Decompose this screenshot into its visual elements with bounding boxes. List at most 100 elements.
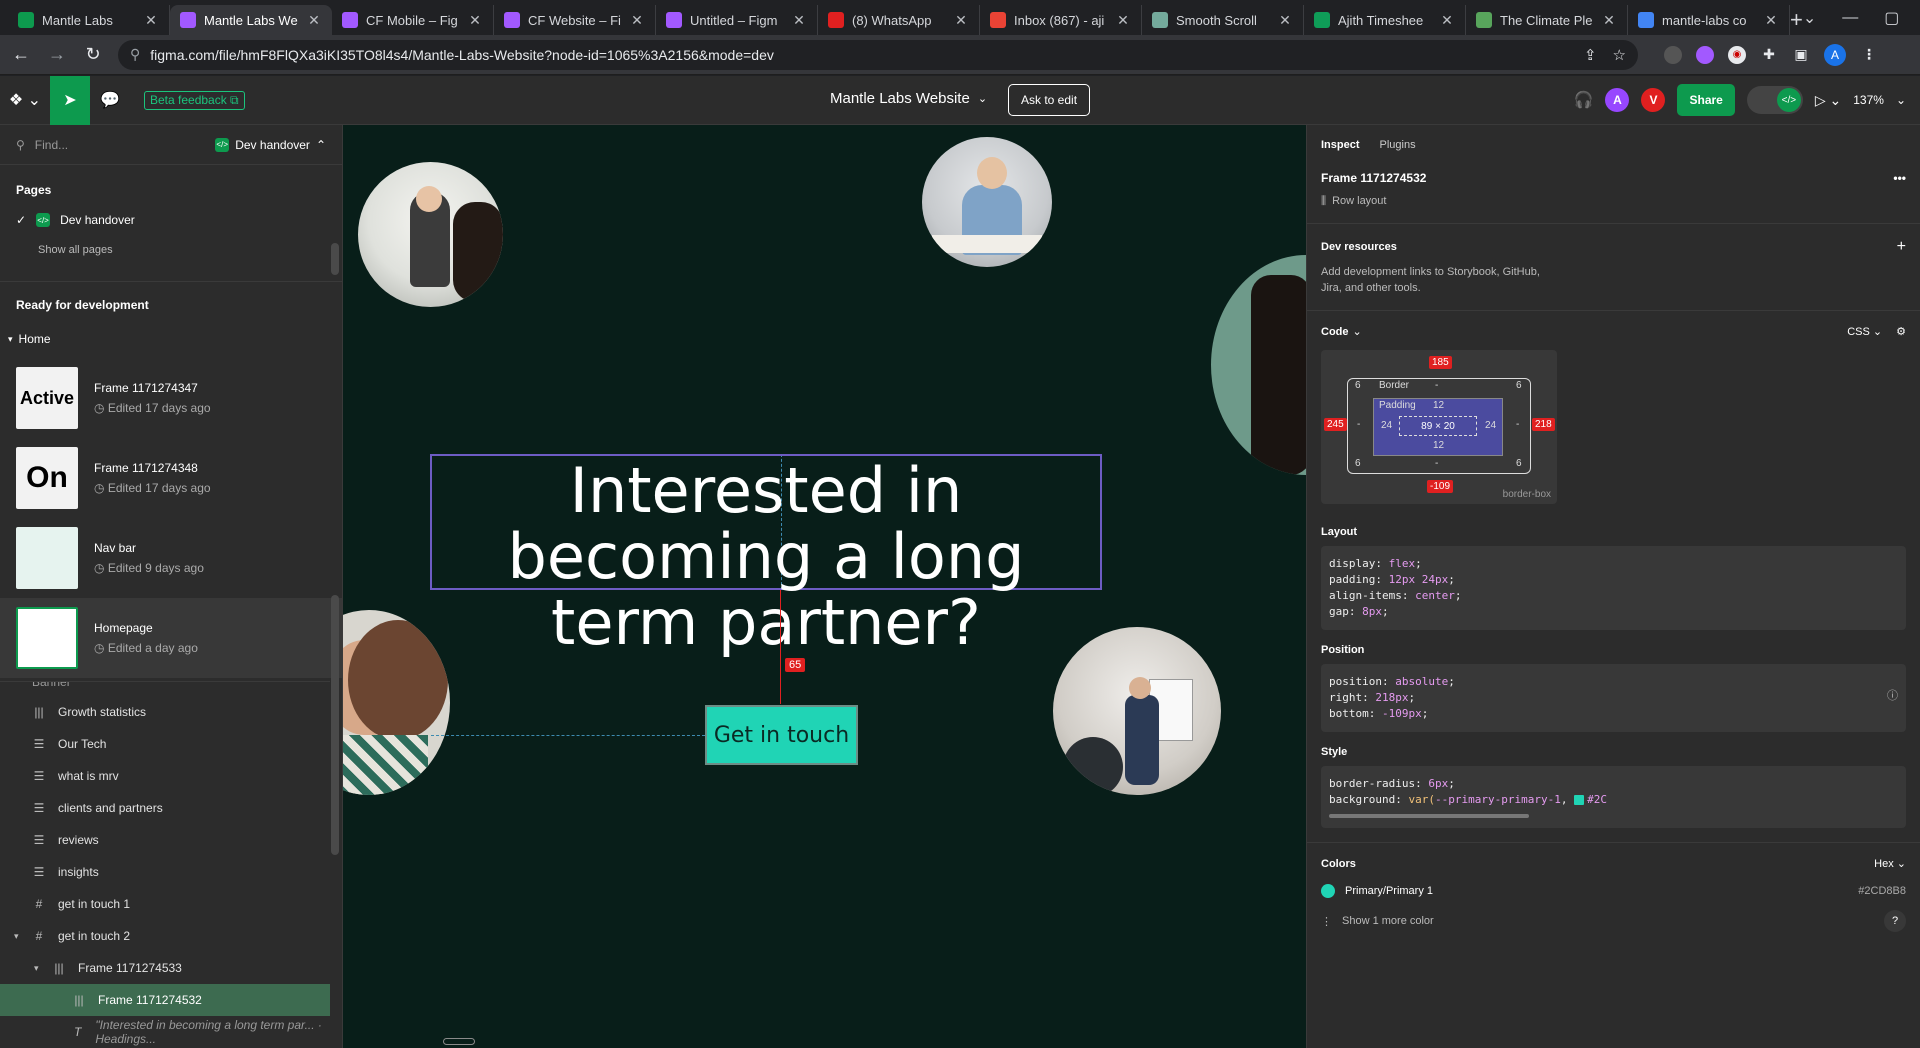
bookmark-star-icon[interactable]: ☆	[1613, 46, 1626, 64]
canvas-scrollbar[interactable]	[443, 1038, 475, 1045]
color-row[interactable]: Primary/Primary 1 #2CD8B8	[1321, 878, 1906, 904]
browser-tab[interactable]: (8) WhatsApp ✕	[818, 5, 980, 35]
layer-row[interactable]: ☰ clients and partners	[0, 792, 330, 824]
layer-row[interactable]: ▾ ||| Frame 1171274533	[0, 952, 330, 984]
minimize-icon[interactable]: —	[1842, 9, 1858, 27]
section-heading: Colors	[1321, 857, 1356, 870]
get-in-touch-button[interactable]: Get in touch	[705, 705, 858, 765]
close-tab-icon[interactable]: ✕	[953, 12, 969, 29]
avatar[interactable]: A	[1824, 43, 1846, 66]
zoom-level[interactable]: 137%	[1853, 93, 1884, 107]
caret-down-icon[interactable]: ▾	[34, 963, 39, 974]
mode-dropdown[interactable]: </> Dev handover ⌃	[215, 137, 326, 152]
style-code-block[interactable]: border-radius: 6px; background: var(--pr…	[1321, 766, 1906, 828]
forward-icon[interactable]: →	[46, 44, 68, 66]
layer-row[interactable]: # get in touch 1	[0, 888, 330, 920]
horizontal-scrollbar[interactable]	[1329, 814, 1529, 818]
show-all-pages-link[interactable]: Show all pages	[0, 235, 342, 265]
close-tab-icon[interactable]: ✕	[1601, 12, 1617, 29]
present-play-icon[interactable]: ▷ ⌄	[1815, 92, 1841, 109]
layer-row[interactable]: ▾ # get in touch 2	[0, 920, 330, 952]
file-title[interactable]: Mantle Labs Website ⌄	[830, 90, 987, 107]
tab-plugins[interactable]: Plugins	[1380, 139, 1416, 151]
avatar[interactable]: A	[1605, 88, 1630, 112]
layer-row[interactable]: ||| Growth statistics	[0, 696, 330, 728]
avatar[interactable]: V	[1641, 88, 1666, 112]
browser-tab[interactable]: Inbox (867) - aji ✕	[980, 5, 1142, 35]
move-tool-icon[interactable]: ➤	[50, 75, 90, 125]
design-canvas[interactable]: Interested in becoming a long term partn…	[343, 125, 1306, 1048]
tab-search-icon[interactable]: ⌄	[1803, 8, 1816, 28]
caret-down-icon[interactable]: ▾	[14, 931, 19, 942]
browser-tab[interactable]: Ajith Timeshee ✕	[1304, 5, 1466, 35]
share-button[interactable]: Share	[1677, 84, 1735, 116]
add-icon[interactable]: +	[1897, 238, 1906, 256]
close-tab-icon[interactable]: ✕	[1439, 12, 1455, 29]
back-icon[interactable]: ←	[10, 44, 32, 66]
extension-icon[interactable]: ◉	[1728, 45, 1746, 64]
url-field[interactable]: ⚲ figma.com/file/hmF8FlQXa3iKI35TO8l4s4/…	[118, 39, 1638, 70]
menu-kebab-icon[interactable]: ⋮	[1860, 46, 1878, 64]
help-icon[interactable]: ?	[1884, 910, 1906, 932]
browser-tab[interactable]: Untitled – Figm ✕	[656, 5, 818, 35]
close-tab-icon[interactable]: ✕	[306, 12, 322, 29]
share-page-icon[interactable]: ⇪	[1584, 46, 1597, 64]
browser-tab[interactable]: Mantle Labs ✕	[8, 5, 170, 35]
layer-row[interactable]: ☰ Our Tech	[0, 728, 330, 760]
new-tab-button[interactable]: +	[1790, 5, 1803, 35]
layer-row[interactable]: ||| Frame 1171274532	[0, 984, 330, 1016]
maximize-icon[interactable]: ▢	[1884, 8, 1899, 28]
side-panel-icon[interactable]: ▣	[1792, 46, 1810, 64]
dev-mode-toggle[interactable]: </>	[1746, 86, 1803, 114]
close-tab-icon[interactable]: ✕	[629, 12, 645, 29]
tab-inspect[interactable]: Inspect	[1321, 139, 1360, 151]
color-format-select[interactable]: Hex ⌄	[1874, 857, 1906, 870]
language-select[interactable]: CSS ⌄	[1847, 325, 1882, 338]
extension-icon[interactable]	[1696, 45, 1714, 64]
more-options-icon[interactable]: •••	[1893, 171, 1906, 185]
comment-tool-icon[interactable]: 💬	[90, 76, 130, 125]
browser-tab[interactable]: Smooth Scroll ✕	[1142, 5, 1304, 35]
browser-tab[interactable]: The Climate Ple ✕	[1466, 5, 1628, 35]
position-code-block[interactable]: position: absolute; right: 218px; bottom: …	[1321, 664, 1906, 732]
page-item-dev-handover[interactable]: ✓ </> Dev handover	[0, 205, 342, 235]
layer-row[interactable]: ☰ what is mrv	[0, 760, 330, 792]
puzzle-icon[interactable]: ✚	[1760, 46, 1778, 64]
code-heading-dropdown[interactable]: Code ⌄	[1321, 325, 1362, 339]
frame-list-item[interactable]: Active Frame 1171274347 ◷ Edited 17 days a…	[0, 358, 342, 438]
frame-list-item[interactable]: Homepage ◷ Edited a day ago	[0, 598, 342, 678]
headphones-icon[interactable]: 🎧	[1574, 90, 1594, 110]
section-home[interactable]: ▾ Home	[0, 322, 342, 358]
frame-list-item[interactable]: Nav bar ◷ Edited 9 days ago	[0, 518, 342, 598]
close-tab-icon[interactable]: ✕	[143, 12, 159, 29]
beta-feedback-link[interactable]: Beta feedback ⧉	[144, 90, 245, 110]
extension-icon[interactable]	[1664, 45, 1682, 64]
scrollbar[interactable]	[331, 595, 339, 855]
close-tab-icon[interactable]: ✕	[467, 12, 483, 29]
layer-row[interactable]: ☰ insights	[0, 856, 330, 888]
layer-row[interactable]: T "Interested in becoming a long term par…	[0, 1016, 330, 1048]
layout-code-block[interactable]: display: flex; padding: 12px 24px; align-i…	[1321, 546, 1906, 630]
layer-row[interactable]: ☰ reviews	[0, 824, 330, 856]
show-more-colors[interactable]: ⋮ Show 1 more color ?	[1321, 904, 1906, 938]
figma-menu-icon[interactable]: ❖ ⌄	[0, 76, 50, 125]
find-input[interactable]: Find...	[35, 138, 205, 152]
layer-row[interactable]: Banner	[0, 682, 330, 696]
close-tab-icon[interactable]: ✕	[1115, 12, 1131, 29]
browser-tab[interactable]: mantle-labs co ✕	[1628, 5, 1790, 35]
ask-to-edit-button[interactable]: Ask to edit	[1008, 84, 1091, 116]
browser-tab[interactable]: CF Website – Fig ✕	[494, 5, 656, 35]
frame-list-item[interactable]: On Frame 1171274348 ◷ Edited 17 days ago	[0, 438, 342, 518]
site-info-icon[interactable]: ⚲	[130, 46, 140, 63]
headline-text[interactable]: Interested in becoming a long term partn…	[430, 454, 1102, 656]
close-tab-icon[interactable]: ✕	[1277, 12, 1293, 29]
browser-tab[interactable]: CF Mobile – Fig ✕	[332, 5, 494, 35]
code-settings-icon[interactable]: ⚙	[1896, 325, 1906, 338]
close-tab-icon[interactable]: ✕	[791, 12, 807, 29]
reload-icon[interactable]: ↻	[82, 44, 104, 66]
chevron-down-icon[interactable]: ⌄	[1896, 93, 1906, 107]
scrollbar[interactable]	[331, 243, 339, 275]
browser-tab[interactable]: Mantle Labs We ✕	[170, 5, 332, 35]
info-icon[interactable]: ⓘ	[1887, 688, 1898, 704]
close-tab-icon[interactable]: ✕	[1763, 12, 1779, 29]
